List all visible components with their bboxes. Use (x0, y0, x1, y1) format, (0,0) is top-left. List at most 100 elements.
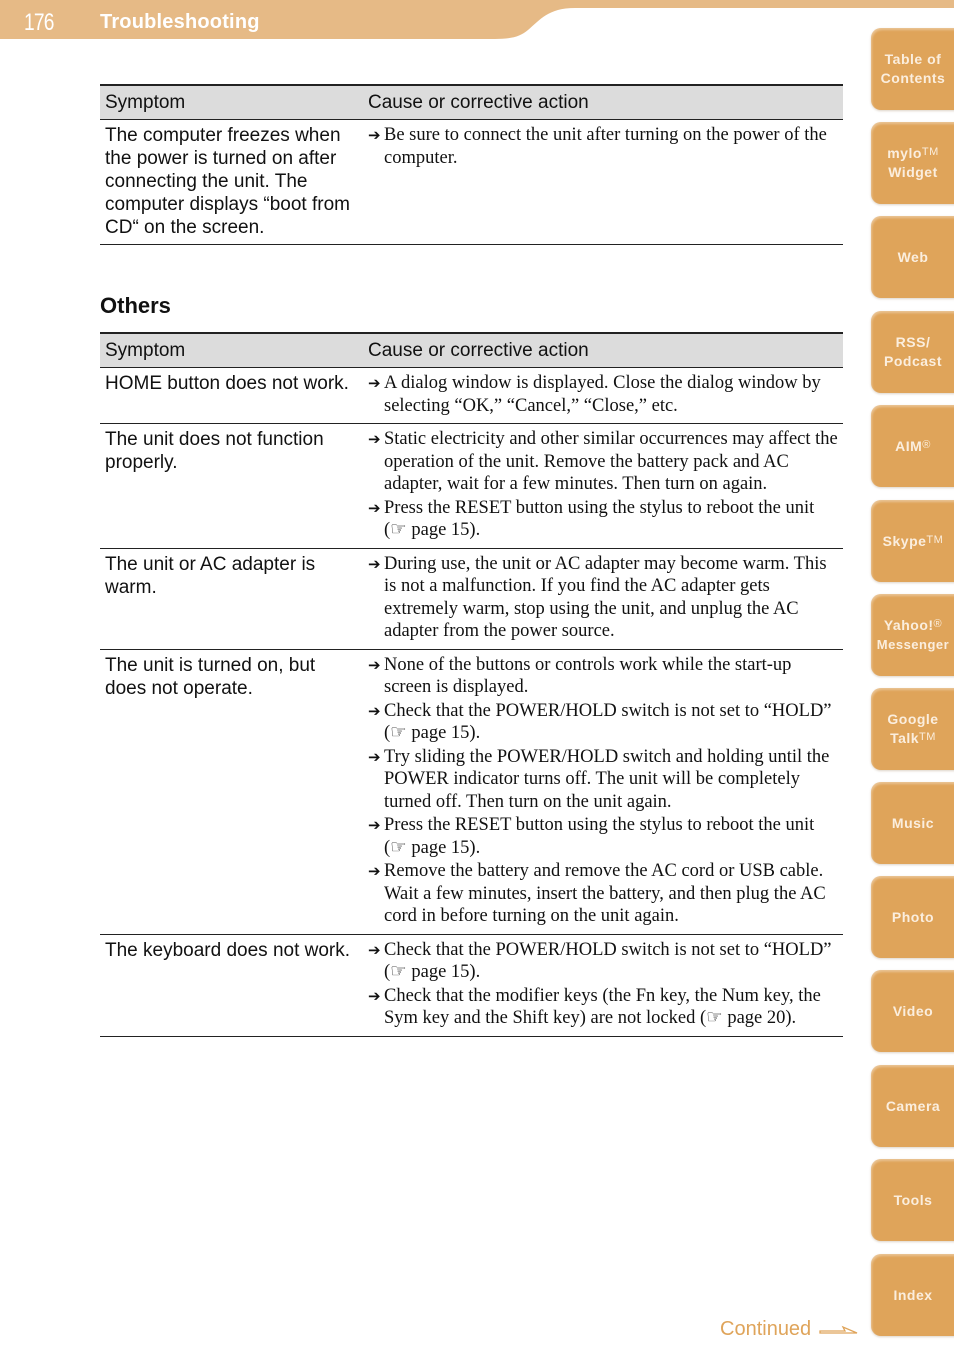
side-tab-label-line1: Google (887, 711, 939, 727)
action-cell: ➔ During use, the unit or AC adapter may … (360, 548, 843, 650)
side-tab-label-line2: Contents (880, 70, 946, 86)
action-text: Check that the modifier keys (the Fn key… (384, 985, 821, 1029)
arrow-right-icon: ➔ (368, 747, 381, 766)
side-tab-label-line1: AIM (895, 437, 923, 454)
arrow-right-icon: ➔ (368, 816, 381, 834)
side-tab-label: Video (871, 1002, 954, 1021)
troubleshooting-table-computer: Symptom Cause or corrective action The c… (100, 84, 843, 245)
trademark-mark: TM (919, 731, 936, 743)
table-row: HOME button does not work. ➔ A dialog wind… (100, 367, 843, 424)
side-tab-label: myloTM Widget (871, 144, 954, 182)
arrow-right-icon: ➔ (368, 374, 381, 392)
page-title: Troubleshooting (100, 11, 260, 33)
column-header-action: Cause or corrective action (360, 84, 843, 120)
section-title-others: Others (100, 293, 171, 318)
side-tab-mylo-widget[interactable]: myloTM Widget (871, 122, 954, 204)
action-item: ➔ During use, the unit or AC adapter may … (368, 553, 839, 643)
action-text: Remove the battery and remove the AC cor… (384, 861, 826, 926)
side-tab-label-line1: Tools (893, 1191, 933, 1208)
side-tab-label-line1: Web (897, 248, 929, 265)
action-cell: ➔ A dialog window is displayed. Close the… (360, 367, 843, 424)
action-item: ➔ Check that the modifier keys (the Fn ke… (368, 985, 839, 1030)
action-text: Check that the POWER/HOLD switch is not … (384, 939, 832, 983)
arrow-right-icon: ➔ (368, 430, 381, 448)
action-text: Check that the POWER/HOLD switch is not … (384, 700, 832, 744)
side-tab-label: Yahoo!® Messenger (871, 616, 954, 654)
side-tab-index[interactable]: Index (871, 1254, 954, 1336)
side-tab-label-line2: Talk (890, 730, 920, 746)
side-tab-label: Camera (871, 1097, 954, 1116)
arrow-right-icon: ➔ (368, 554, 381, 573)
symptom-cell: The computer freezes when the power is t… (100, 119, 360, 245)
action-cell: ➔ Check that the POWER/HOLD switch is not… (360, 934, 843, 1037)
side-tab-rss-podcast[interactable]: RSS/Podcast (871, 311, 954, 393)
page-number: 176 (24, 9, 54, 36)
continued-link[interactable]: Continued (720, 1318, 859, 1341)
arrow-right-icon: ➔ (368, 986, 381, 1005)
side-tab-web[interactable]: Web (871, 216, 954, 298)
action-cell: ➔ Be sure to connect the unit after turni… (360, 119, 843, 245)
side-tab-table-of-contents[interactable]: Table of Contents (871, 28, 954, 110)
action-item: ➔ Remove the battery and remove the AC co… (368, 860, 839, 928)
side-tab-label: AIM® (871, 437, 954, 456)
arrow-right-icon: ➔ (368, 498, 381, 517)
side-tab-label: Web (871, 248, 954, 267)
side-tab-camera[interactable]: Camera (871, 1065, 954, 1147)
side-tab-photo[interactable]: Photo (871, 876, 954, 958)
action-item: ➔ Press the RESET button using the stylus… (368, 814, 839, 859)
table-row: The keyboard does not work. ➔ Check that t… (100, 934, 843, 1037)
trademark-mark: ® (922, 438, 931, 451)
symptom-cell: The keyboard does not work. (100, 934, 360, 1037)
side-tab-label: RSS/Podcast (871, 333, 954, 371)
side-tab-label-line1: Music (891, 814, 935, 831)
action-item: ➔ Press the RESET button using the stylus… (368, 497, 839, 542)
action-text: Press the RESET button using the stylus … (384, 815, 815, 858)
side-tab-label-line1: Yahoo! (883, 617, 934, 633)
column-header-action: Cause or corrective action (360, 332, 843, 368)
arrow-right-icon: ➔ (368, 655, 381, 674)
trademark-mark: TM (921, 146, 939, 158)
action-text: Press the RESET button using the stylus … (384, 497, 815, 541)
side-tab-video[interactable]: Video (871, 970, 954, 1052)
side-tab-label: Index (871, 1286, 954, 1305)
action-text: A dialog window is displayed. Close the … (384, 373, 821, 416)
action-item: ➔ None of the buttons or controls work wh… (368, 654, 839, 699)
table-row: The unit is turned on, but does not oper… (100, 649, 843, 935)
side-tab-music[interactable]: Music (871, 782, 954, 864)
side-tab-tools[interactable]: Tools (871, 1159, 954, 1241)
action-cell: ➔ None of the buttons or controls work wh… (360, 649, 843, 935)
side-tab-label: Table of Contents (871, 50, 954, 88)
arrow-right-icon: ➔ (368, 126, 381, 144)
arrow-right-icon: ➔ (368, 940, 381, 959)
arrow-right-icon: ➔ (368, 862, 381, 880)
column-header-symptom: Symptom (100, 84, 360, 120)
arrow-right-icon: ➔ (368, 701, 381, 720)
side-tab-yahoo-messenger[interactable]: Yahoo!® Messenger (871, 594, 954, 676)
side-tab-label-line2: Messenger (876, 637, 950, 652)
column-header-symptom: Symptom (100, 332, 360, 368)
side-tab-label-line1: mylo (887, 145, 922, 161)
action-item: ➔ A dialog window is displayed. Close the… (368, 372, 839, 417)
side-tab-label-line1: Photo (891, 908, 935, 925)
side-tab-skype[interactable]: SkypeTM (871, 500, 954, 582)
symptom-cell: The unit or AC adapter is warm. (100, 548, 360, 650)
action-text: Be sure to connect the unit after turnin… (384, 125, 827, 168)
side-tab-label: Tools (871, 1191, 954, 1210)
table-row: The computer freezes when the power is t… (100, 119, 843, 245)
action-text: During use, the unit or AC adapter may b… (384, 553, 827, 642)
side-tab-aim[interactable]: AIM® (871, 405, 954, 487)
side-tab-label-line1: Skype (882, 532, 927, 549)
table-header-row: Symptom Cause or corrective action (100, 332, 843, 368)
continued-label: Continued (720, 1318, 812, 1340)
side-tab-label: Google TalkTM (871, 710, 954, 748)
action-item: ➔ Check that the POWER/HOLD switch is not… (368, 939, 839, 984)
symptom-cell: HOME button does not work. (100, 367, 360, 424)
side-tab-google-talk[interactable]: Google TalkTM (871, 688, 954, 770)
side-tab-label-line1: Index (893, 1286, 933, 1303)
side-tab-label-line2: Widget (888, 164, 938, 180)
action-cell: ➔ Static electricity and other similar oc… (360, 423, 843, 549)
action-item: ➔ Check that the POWER/HOLD switch is not… (368, 700, 839, 745)
page-header: 176 Troubleshooting (0, 0, 954, 40)
troubleshooting-table-others: Symptom Cause or corrective action HOME … (100, 332, 843, 1037)
side-tab-label-line1: RSS/ (895, 334, 931, 350)
